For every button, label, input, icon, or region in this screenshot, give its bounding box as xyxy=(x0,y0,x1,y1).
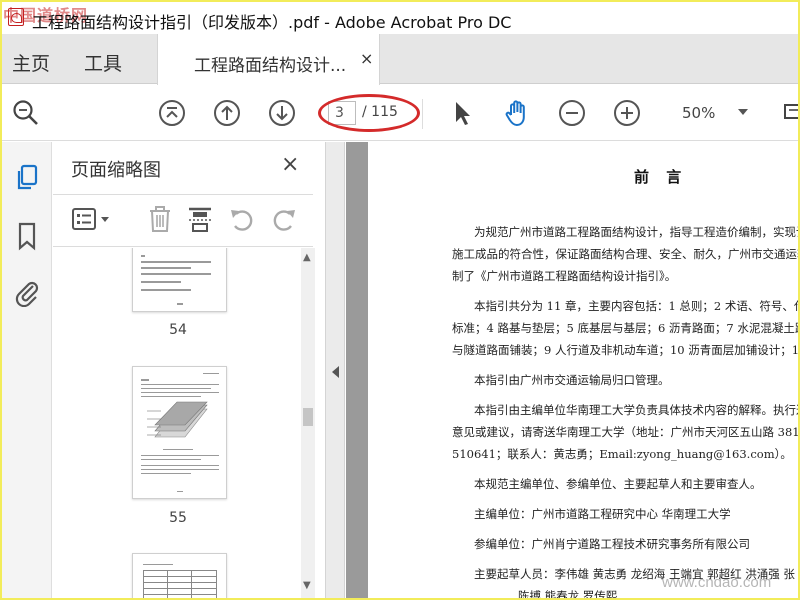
panel-close-icon[interactable]: × xyxy=(281,152,299,177)
body-line: 制了《广州市道路工程路面结构设计指引》。 xyxy=(452,269,677,283)
panel-title: 页面缩略图 xyxy=(71,160,161,181)
rotate-left-icon[interactable] xyxy=(227,204,257,234)
rotate-right-icon[interactable] xyxy=(269,204,299,234)
panel-toolbar xyxy=(53,194,325,246)
page-thumbnail[interactable] xyxy=(132,366,227,499)
body-line: 标准；4 路基与垫层；5 底基层与基层；6 沥青路面；7 水泥混凝土路面 xyxy=(452,321,798,335)
panel-divider xyxy=(53,246,313,247)
tab-document-label: 工程路面结构设计... xyxy=(194,56,347,76)
page-number-highlight-annotation xyxy=(318,94,420,132)
body-line: 施工成品的符合性，保证路面结构合理、安全、耐久，广州市交通运输 xyxy=(452,247,798,261)
document-view: 前 言 为规范广州市道路工程路面结构设计，指导工程造价编制，实现设计 施工成品的… xyxy=(346,142,798,598)
options-menu-icon[interactable] xyxy=(71,204,115,234)
body-line: 本指引共分为 11 章，主要内容包括：1 总则；2 术语、符号、代号 xyxy=(474,299,798,313)
body-line: 本指引由广州市交通运输局归口管理。 xyxy=(474,373,670,387)
thumbnail-page-number: 55 xyxy=(169,510,187,526)
body-line: 与隧道路面铺装；9 人行道及非机动车道；10 沥青面层加铺设计；11 xyxy=(452,343,798,357)
body-line: 本规范主编单位、参编单位、主要起草人和主要审查人。 xyxy=(474,477,762,491)
scroll-down-icon[interactable]: ▼ xyxy=(303,580,311,591)
page-heading: 前 言 xyxy=(634,168,688,186)
body-line: 主编单位：广州市道路工程研究中心 华南理工大学 xyxy=(474,507,731,521)
zoom-search-icon[interactable] xyxy=(10,97,42,129)
body-line: 陈搏 熊春龙 罗传熙 xyxy=(518,589,618,598)
zoom-level[interactable]: 50% xyxy=(682,104,715,122)
watermark-bottom: www.cndao.com xyxy=(662,574,772,591)
tab-close-icon[interactable]: × xyxy=(360,49,373,68)
attachment-icon[interactable] xyxy=(11,276,43,308)
tab-bar: 主页 工具 工程路面结构设计... × xyxy=(2,34,798,85)
bookmark-icon[interactable] xyxy=(11,220,43,252)
thumbnail-list: 54 55 xyxy=(53,248,301,598)
first-page-icon[interactable] xyxy=(156,97,188,129)
zoom-dropdown-icon[interactable] xyxy=(738,109,748,115)
select-cursor-icon[interactable] xyxy=(446,97,478,129)
tab-document[interactable]: 工程路面结构设计... × xyxy=(157,34,380,85)
thumbnail-scrollbar[interactable]: ▲ ▼ xyxy=(301,248,315,598)
title-bar: 中国道桥网 工程路面结构设计指引（印发版本）.pdf - Adobe Acrob… xyxy=(2,2,798,34)
body-line: 510641；联系人：黄志勇；Email:zyong_huang@163.com… xyxy=(452,447,792,461)
body-line: 本指引由主编单位华南理工大学负责具体技术内容的解释。执行过程 xyxy=(474,403,798,417)
zoom-out-icon[interactable] xyxy=(556,97,588,129)
toolbar-divider xyxy=(422,99,423,129)
hand-tool-icon[interactable] xyxy=(501,97,533,129)
page-thumbnail[interactable] xyxy=(132,553,227,598)
body-line: 为规范广州市道路工程路面结构设计，指导工程造价编制，实现设计 xyxy=(474,225,798,239)
next-page-icon[interactable] xyxy=(266,97,298,129)
delete-page-icon[interactable] xyxy=(145,204,175,234)
left-rail xyxy=(2,142,52,598)
collapse-arrow-icon xyxy=(332,366,339,378)
comment-icon[interactable] xyxy=(778,97,798,129)
extract-page-icon[interactable] xyxy=(185,204,215,234)
thumbnail-page-number: 54 xyxy=(169,322,187,338)
page-thumbnail[interactable] xyxy=(132,248,227,312)
previous-page-icon[interactable] xyxy=(211,97,243,129)
acrobat-window: 中国道桥网 工程路面结构设计指引（印发版本）.pdf - Adobe Acrob… xyxy=(2,2,798,598)
zoom-in-icon[interactable] xyxy=(611,97,643,129)
document-page: 前 言 为规范广州市道路工程路面结构设计，指导工程造价编制，实现设计 施工成品的… xyxy=(368,142,798,598)
panel-collapse-handle[interactable] xyxy=(325,142,345,598)
tab-tools[interactable]: 工具 xyxy=(84,49,122,76)
page-thumbnails-icon[interactable] xyxy=(11,162,43,194)
tab-home[interactable]: 主页 xyxy=(12,49,50,76)
body-line: 参编单位：广州肖宁道路工程技术研究事务所有限公司 xyxy=(474,537,750,551)
thumbnails-panel: 页面缩略图 × 54 55 ▲ ▼ xyxy=(53,142,325,598)
scroll-up-icon[interactable]: ▲ xyxy=(303,252,311,263)
scrollbar-thumb[interactable] xyxy=(303,408,313,426)
window-title: 工程路面结构设计指引（印发版本）.pdf - Adobe Acrobat Pro… xyxy=(32,13,512,32)
body-line: 意见或建议，请寄送华南理工大学（地址：广州市天河区五山路 381 xyxy=(452,425,798,439)
